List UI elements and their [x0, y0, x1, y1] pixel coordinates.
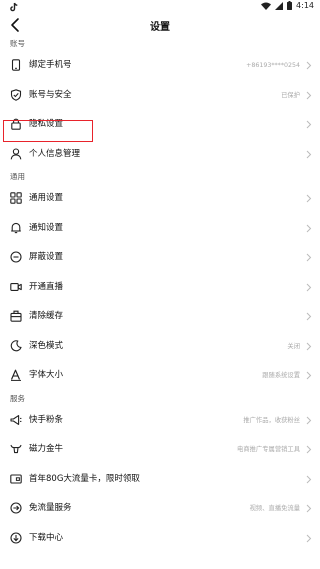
chevron-right-icon	[306, 61, 312, 70]
chevron-right-icon	[306, 416, 312, 424]
sim-card-icon	[10, 473, 22, 484]
settings-item-label: 免流量服务	[29, 503, 72, 513]
section-header-account: 账号	[10, 39, 25, 48]
settings-item-label: 屏蔽设置	[29, 252, 64, 262]
settings-item-value: 电商推广专属营销工具	[237, 446, 300, 453]
settings-item-magnetic-bull[interactable]: 磁力金牛 电商推广专属营销工具	[0, 435, 320, 465]
settings-item-label: 通知设置	[29, 222, 64, 233]
chevron-right-icon	[306, 150, 312, 158]
clear-cache-icon	[10, 310, 22, 322]
settings-item-font-size[interactable]: 字体大小 跟随系统设置	[0, 361, 320, 391]
block-icon	[10, 251, 22, 263]
settings-item-label: 快手粉条	[29, 414, 64, 425]
settings-item-bind-phone[interactable]: 绑定手机号 +86193****0254	[0, 51, 320, 81]
chevron-right-icon	[306, 91, 312, 99]
chevron-right-icon	[306, 120, 312, 129]
chevron-right-icon	[306, 371, 312, 380]
settings-item-label: 磁力金牛	[29, 444, 64, 454]
shield-check-icon	[10, 88, 22, 101]
settings-item-download-center[interactable]: 下载中心	[0, 524, 320, 554]
settings-item-value: 关闭	[287, 342, 300, 350]
settings-item-free-data[interactable]: 免流量服务 视频、直播免流量	[0, 494, 320, 524]
section-header-services: 服务	[10, 393, 25, 403]
privacy-settings-highlight-box	[3, 120, 93, 142]
chevron-right-icon	[306, 504, 312, 513]
person-icon	[10, 147, 22, 159]
settings-item-data-card[interactable]: 首年80G大流量卡，限时领取	[0, 465, 320, 495]
battery-icon	[287, 1, 293, 10]
chevron-right-icon	[306, 224, 312, 232]
live-camera-icon	[10, 282, 22, 291]
settings-item-label: 开通直播	[29, 281, 64, 292]
chevron-right-icon	[306, 283, 312, 291]
settings-item-personal-info[interactable]: 个人信息管理	[0, 140, 320, 170]
settings-item-general[interactable]: 通用设置	[0, 184, 320, 214]
settings-item-label: 清除缓存	[29, 311, 64, 321]
settings-item-label: 首年80G大流量卡，限时领取	[29, 473, 140, 484]
bell-icon	[11, 222, 21, 233]
signal-icon	[275, 1, 284, 10]
chevron-right-icon	[306, 312, 312, 321]
status-bar: 4:14	[0, 0, 320, 13]
chevron-right-icon	[306, 445, 312, 454]
settings-item-label: 字体大小	[29, 370, 64, 380]
settings-item-label: 个人信息管理	[29, 148, 81, 159]
free-data-icon	[10, 502, 22, 514]
wifi-icon	[261, 2, 272, 10]
promote-icon	[10, 414, 22, 425]
settings-item-block[interactable]: 屏蔽设置	[0, 243, 320, 273]
settings-item-label: 绑定手机号	[29, 60, 72, 70]
settings-item-value: +86193****0254	[246, 62, 300, 69]
settings-item-label: 下载中心	[29, 532, 64, 543]
settings-item-value: 视频、直播免流量	[249, 505, 300, 512]
settings-item-dark-mode[interactable]: 深色模式 关闭	[0, 332, 320, 362]
settings-item-value: 跟随系统设置	[262, 372, 300, 379]
settings-item-fans-promote[interactable]: 快手粉条 推广作品，收获粉丝	[0, 406, 320, 436]
settings-item-label: 深色模式	[29, 340, 64, 351]
status-time: 4:14	[296, 1, 314, 10]
download-icon	[10, 531, 22, 544]
chevron-right-icon	[306, 534, 312, 542]
navigation-bar: 设置	[0, 13, 320, 36]
settings-item-label: 通用设置	[29, 193, 64, 203]
grid-icon	[10, 192, 22, 204]
settings-item-live[interactable]: 开通直播	[0, 273, 320, 303]
status-icons: 4:14	[261, 1, 314, 10]
settings-item-notifications[interactable]: 通知设置	[0, 214, 320, 244]
bull-icon	[10, 444, 22, 454]
tiktok-logo-icon	[10, 2, 18, 12]
chevron-right-icon	[306, 253, 312, 262]
page-title: 设置	[150, 22, 170, 33]
settings-item-label: 账号与安全	[29, 89, 72, 100]
chevron-right-icon	[306, 342, 312, 350]
moon-icon	[10, 339, 22, 351]
settings-item-account-security[interactable]: 账号与安全 已保护	[0, 81, 320, 111]
settings-item-clear-cache[interactable]: 清除缓存	[0, 302, 320, 332]
settings-item-value: 已保护	[281, 91, 300, 99]
chevron-right-icon	[306, 475, 312, 483]
section-header-general: 通用	[10, 172, 25, 181]
settings-item-value: 推广作品，收获粉丝	[243, 416, 300, 424]
chevron-right-icon	[306, 194, 312, 203]
font-size-icon	[10, 369, 21, 381]
phone-icon	[11, 59, 21, 71]
